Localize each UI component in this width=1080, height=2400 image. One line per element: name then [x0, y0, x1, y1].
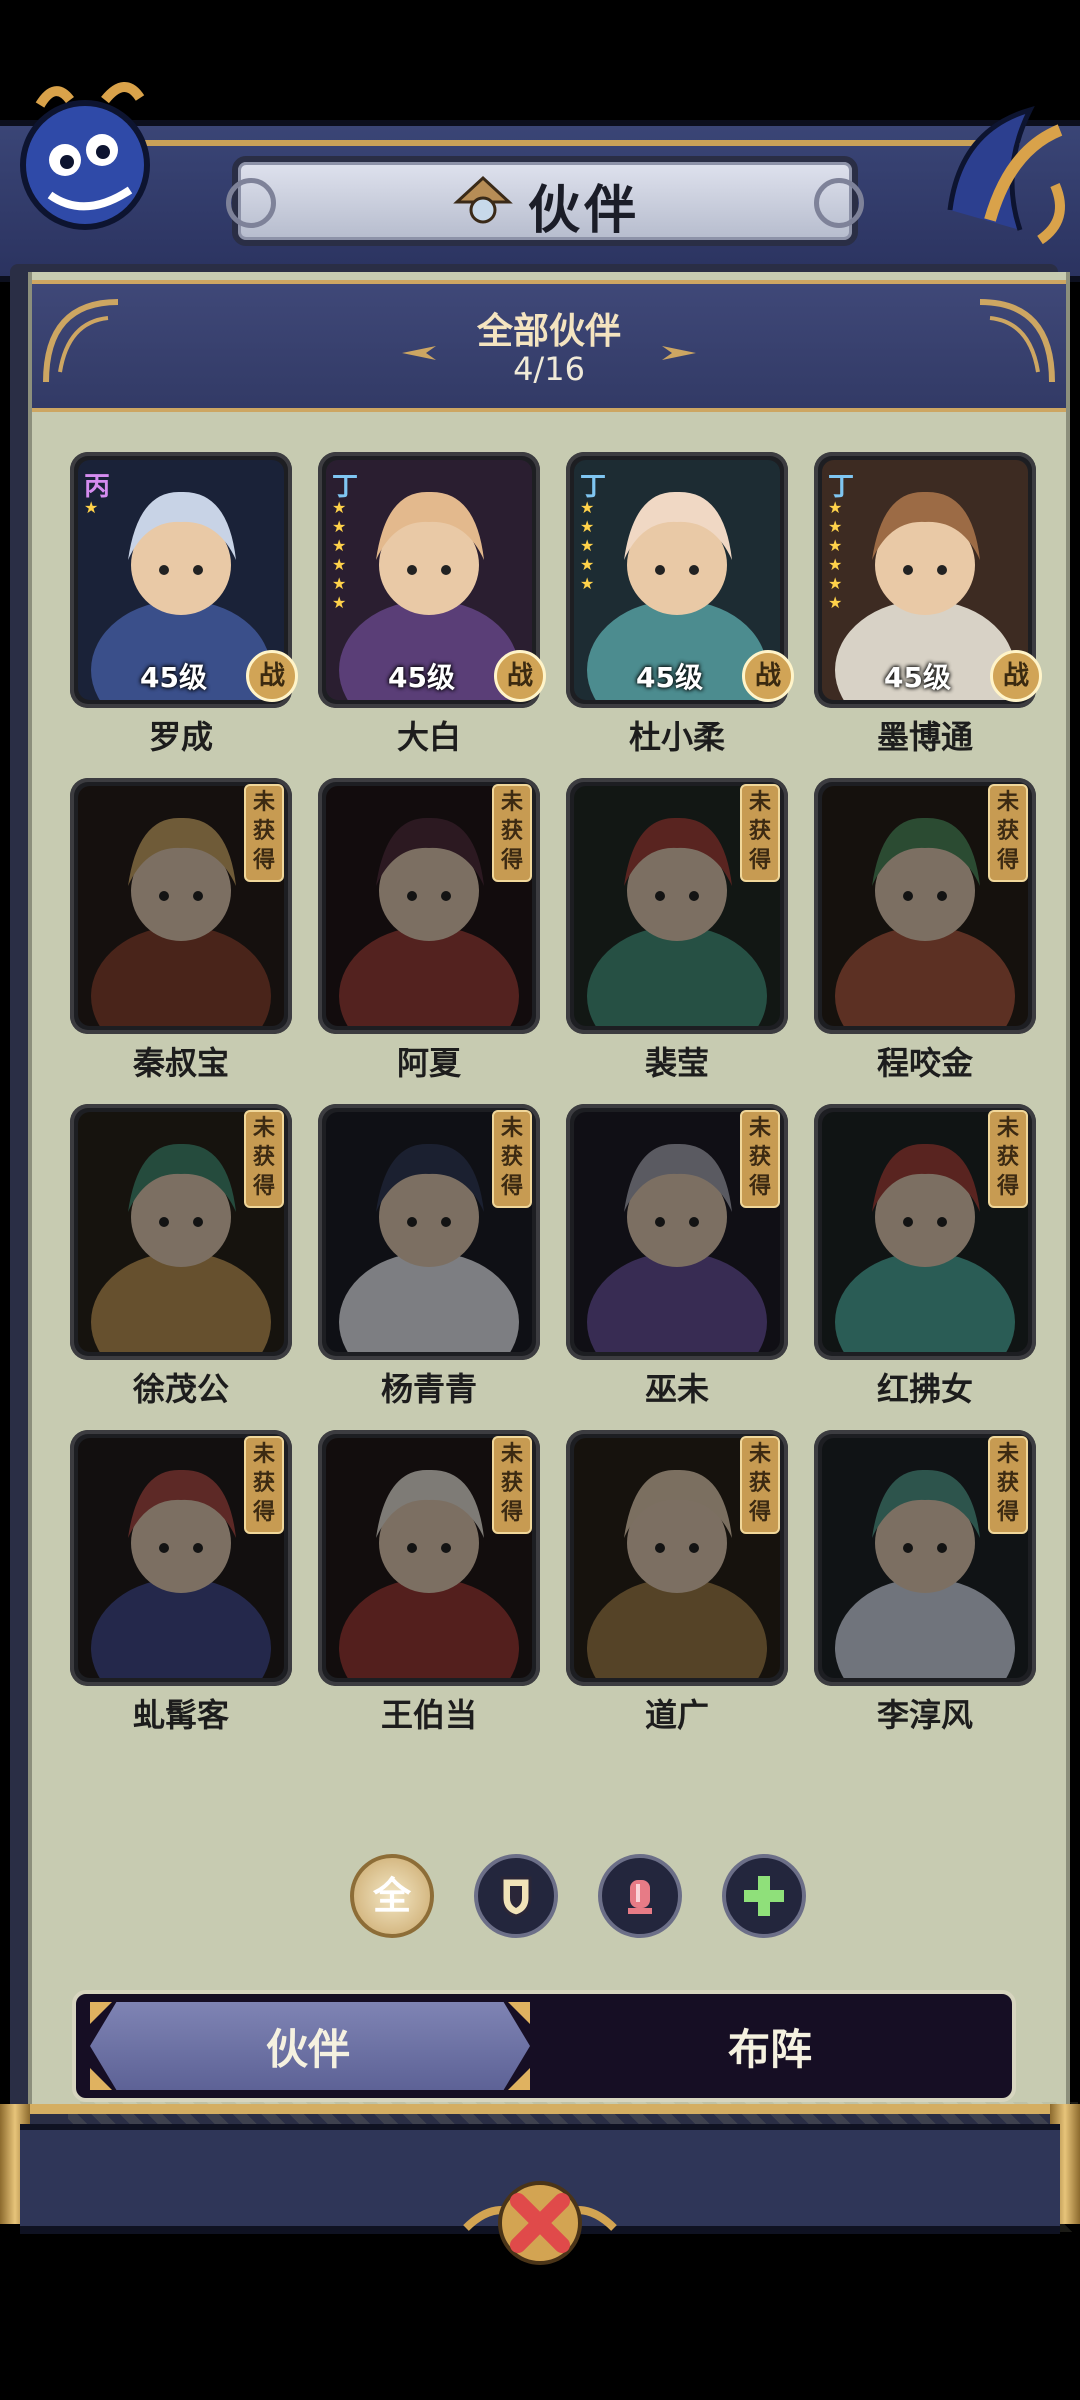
- star-rating: ★ ★ ★ ★ ★ ★: [828, 498, 843, 612]
- battle-badge: 战: [246, 650, 298, 702]
- plus-icon: [744, 1876, 784, 1916]
- level-label: 45级: [636, 661, 703, 694]
- level-label: 45级: [388, 661, 455, 694]
- partner-name: 红拂女: [876, 1370, 973, 1408]
- partner-card[interactable]: 丁 ★ ★ ★ ★ ★ 45级战杜小柔: [566, 452, 794, 756]
- shield-icon: [500, 1876, 532, 1918]
- partner-card[interactable]: 未获得阿夏: [318, 778, 540, 1082]
- battle-badge: 战: [494, 650, 546, 702]
- all-partners-banner: 全部伙伴 4/16: [32, 280, 1066, 412]
- partner-name: 杨青青: [380, 1370, 477, 1408]
- partner-name: 虬髯客: [132, 1696, 229, 1734]
- partner-card[interactable]: 未获得杨青青: [318, 1104, 540, 1408]
- level-label: 45级: [140, 661, 207, 694]
- partner-name: 杜小柔: [628, 718, 725, 756]
- partner-name: 徐茂公: [132, 1370, 229, 1408]
- partner-name: 罗成: [148, 718, 213, 756]
- partner-card[interactable]: 丁 ★ ★ ★ ★ ★ ★ 45级战墨博通: [814, 452, 1042, 756]
- partner-name: 道广: [644, 1696, 709, 1734]
- filter-all-label: 全: [372, 1874, 411, 1918]
- battle-badge: 战: [990, 650, 1042, 702]
- partner-card[interactable]: 未获得李淳风: [814, 1430, 1036, 1734]
- filter-defense-button[interactable]: [474, 1854, 558, 1938]
- not-obtained-badge: 未获得: [244, 784, 284, 882]
- partner-card[interactable]: 未获得红拂女: [814, 1104, 1036, 1408]
- curl-ornament-right: [814, 178, 864, 228]
- page-title: 伙伴: [528, 181, 641, 241]
- partner-name: 裴莹: [644, 1044, 709, 1082]
- horn-ornament-icon: [947, 106, 1065, 245]
- partner-count: 4/16: [513, 350, 585, 388]
- partner-name: 墨博通: [876, 718, 973, 756]
- close-button[interactable]: [456, 2168, 624, 2278]
- partner-card[interactable]: 未获得王伯当: [318, 1430, 540, 1734]
- not-obtained-badge: 未获得: [988, 1110, 1028, 1208]
- partner-name: 王伯当: [380, 1696, 477, 1734]
- partner-card[interactable]: 丙 ★ 45级战罗成: [70, 452, 298, 756]
- not-obtained-badge: 未获得: [244, 1110, 284, 1208]
- partner-card[interactable]: 未获得虬髯客: [70, 1430, 292, 1734]
- partner-card[interactable]: 未获得巫未: [566, 1104, 788, 1408]
- not-obtained-badge: 未获得: [740, 1110, 780, 1208]
- partner-card[interactable]: 丁 ★ ★ ★ ★ ★ ★ 45级战大白: [318, 452, 546, 756]
- partner-name: 阿夏: [396, 1044, 461, 1082]
- star-rating: ★ ★ ★ ★ ★ ★: [332, 498, 347, 612]
- tab-formation[interactable]: 布阵: [728, 2016, 812, 2077]
- star-rating: ★: [84, 498, 99, 517]
- main-panel: 全部伙伴 4/16 丙 ★ 45级战罗成丁 ★ ★ ★ ★ ★ ★ 45级战大白丁 ★ ★…: [10, 264, 1078, 2232]
- partner-card[interactable]: 未获得程咬金: [814, 778, 1036, 1082]
- partner-name: 李淳风: [876, 1696, 973, 1734]
- filter-all-button[interactable]: 全: [350, 1854, 434, 1938]
- star-rating: ★ ★ ★ ★ ★: [580, 498, 595, 593]
- bottom-trim: [0, 2104, 1080, 2114]
- not-obtained-badge: 未获得: [740, 784, 780, 882]
- filter-support-button[interactable]: [598, 1854, 682, 1938]
- banner-title: 全部伙伴: [476, 311, 621, 352]
- title-plate: 伙伴: [226, 156, 864, 246]
- not-obtained-badge: 未获得: [492, 784, 532, 882]
- battle-badge: 战: [742, 650, 794, 702]
- partner-name: 大白: [396, 718, 461, 756]
- lamp-icon: [628, 1880, 652, 1914]
- partner-name: 程咬金: [876, 1044, 973, 1082]
- bottom-tabs: 伙伴 布阵: [72, 1990, 1016, 2102]
- level-label: 45级: [884, 661, 951, 694]
- straw-hat-icon: [453, 175, 513, 224]
- filter-heal-button[interactable]: [722, 1854, 806, 1938]
- partner-card[interactable]: 未获得裴莹: [566, 778, 788, 1082]
- panel-inner: 全部伙伴 4/16 丙 ★ 45级战罗成丁 ★ ★ ★ ★ ★ ★ 45级战大白丁 ★ ★…: [28, 272, 1078, 2232]
- not-obtained-badge: 未获得: [740, 1436, 780, 1534]
- partner-name: 秦叔宝: [132, 1044, 229, 1082]
- not-obtained-badge: 未获得: [988, 784, 1028, 882]
- not-obtained-badge: 未获得: [492, 1436, 532, 1534]
- not-obtained-badge: 未获得: [244, 1436, 284, 1534]
- partner-card[interactable]: 未获得秦叔宝: [70, 778, 292, 1082]
- curl-ornament-left: [226, 178, 276, 228]
- not-obtained-badge: 未获得: [988, 1436, 1028, 1534]
- tab-partner-label: 伙伴: [266, 2025, 351, 2074]
- not-obtained-badge: 未获得: [492, 1110, 532, 1208]
- partner-name: 巫未: [644, 1370, 709, 1408]
- dragon-icon: [20, 82, 150, 230]
- partner-card[interactable]: 未获得道广: [566, 1430, 788, 1734]
- partner-card[interactable]: 未获得徐茂公: [70, 1104, 292, 1408]
